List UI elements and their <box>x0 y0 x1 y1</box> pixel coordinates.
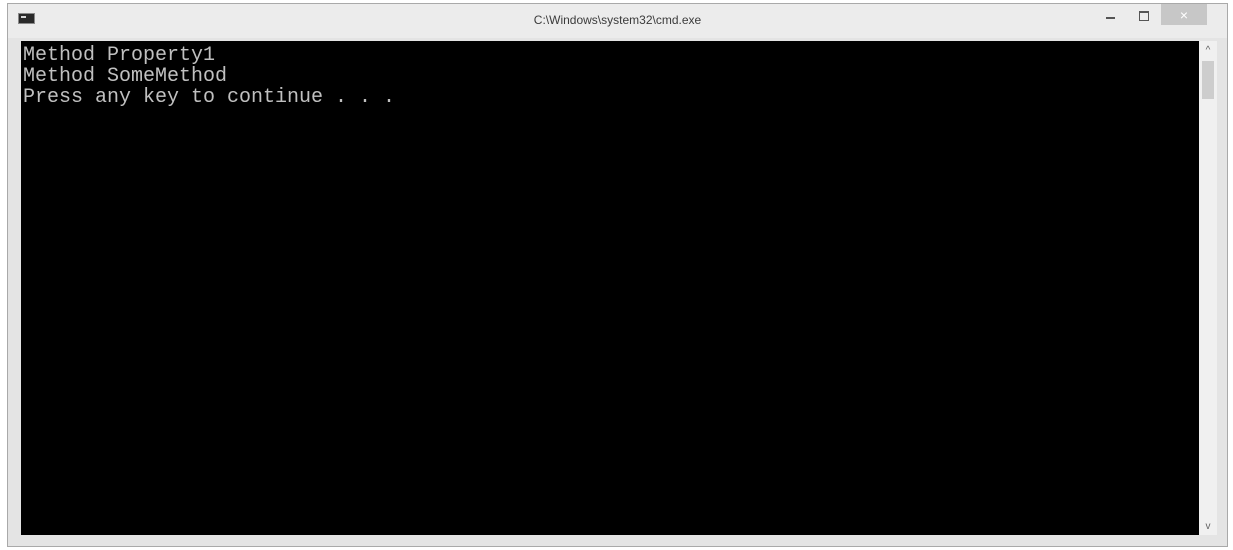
window-title: C:\Windows\system32\cmd.exe <box>533 13 702 27</box>
scroll-thumb[interactable] <box>1202 61 1214 99</box>
minimize-button[interactable] <box>1093 4 1127 28</box>
chevron-down-icon: v <box>1205 520 1211 532</box>
chevron-up-icon: ^ <box>1205 44 1211 56</box>
console-line-1: Method Property1 <box>23 44 216 67</box>
minimize-icon <box>1105 17 1115 19</box>
console-output[interactable]: Method Property1 Method SomeMethod Press… <box>21 41 1199 535</box>
vertical-scrollbar[interactable]: ^ v <box>1199 41 1217 535</box>
scroll-down-button[interactable]: v <box>1199 517 1217 535</box>
maximize-button[interactable] <box>1127 4 1161 28</box>
console-line-2: Method SomeMethod <box>23 65 228 88</box>
title-bar[interactable]: C:\Windows\system32\cmd.exe × <box>8 4 1227 38</box>
close-button[interactable]: × <box>1161 4 1207 25</box>
console-line-3: Press any key to continue . . . <box>23 86 396 109</box>
scroll-up-button[interactable]: ^ <box>1199 41 1217 59</box>
console-window: C:\Windows\system32\cmd.exe × Method Pro… <box>7 3 1228 547</box>
maximize-icon <box>1139 11 1149 21</box>
window-controls: × <box>1093 4 1207 28</box>
close-icon: × <box>1179 6 1189 23</box>
